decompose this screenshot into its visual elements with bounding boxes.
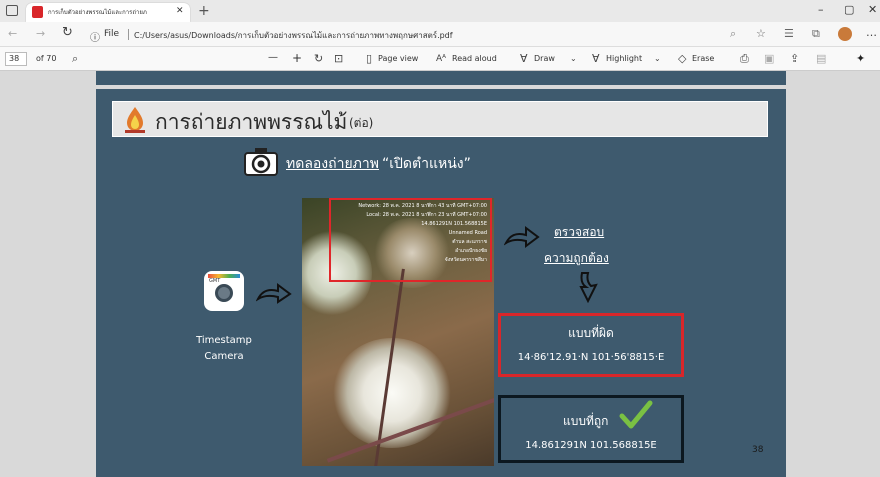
app-name-line2: Camera <box>204 351 244 362</box>
favorites-icon[interactable]: ☰ <box>784 28 794 40</box>
pdf-toolbar: 38 of 70 ⌕ — + ↻ ⊡ ▯ Page view Aᴬ Read a… <box>0 47 880 113</box>
minimize-button[interactable]: – <box>818 3 824 16</box>
right-value: 14.861291N 101.568815E <box>525 440 657 451</box>
pin-icon[interactable]: ✦ <box>856 53 865 65</box>
info-icon[interactable]: ⓘ <box>90 29 100 44</box>
camera-icon <box>244 148 278 176</box>
app-name-line1: Timestamp <box>196 335 252 346</box>
rotate-icon[interactable]: ↻ <box>314 53 323 65</box>
profile-avatar[interactable] <box>838 27 852 41</box>
highlight-dropdown-icon[interactable]: ⌄ <box>654 53 661 65</box>
slide-title-suffix: (ต่อ) <box>349 116 374 130</box>
draw-button[interactable]: Draw <box>534 54 555 63</box>
address-bar[interactable]: ⓘ File C:/Users/asus/Downloads/การเก็บตั… <box>84 25 804 44</box>
check-line2: ความถูกต้อง <box>544 251 609 265</box>
draw-icon: ∀ <box>520 52 528 65</box>
favorite-star-icon[interactable]: ☆ <box>756 28 766 40</box>
browser-tab[interactable]: การเก็บตัวอย่างพรรณไม้และการถ่ายภ ✕ <box>26 3 190 22</box>
tab-title: การเก็บตัวอย่างพรรณไม้และการถ่ายภ <box>48 9 147 16</box>
url-text[interactable]: C:/Users/asus/Downloads/การเก็บตัวอย่างพ… <box>134 29 694 42</box>
maximize-button[interactable]: ▢ <box>844 3 854 16</box>
highlight-button[interactable]: Highlight <box>606 54 642 63</box>
share-icon[interactable]: ⇪ <box>790 53 799 65</box>
more-icon[interactable]: … <box>866 27 877 39</box>
save-as-icon[interactable]: ▤ <box>816 53 826 65</box>
slide-page-number: 38 <box>752 445 764 455</box>
divider <box>128 29 129 40</box>
pdf-viewer[interactable]: การถ่ายภาพพรรณไม้ (ต่อ) ทดลองถ่ายภาพ “เป… <box>0 71 880 477</box>
wrong-value: 14·86'12.91·N 101·56'8815·E <box>517 352 665 363</box>
page-view-button[interactable]: Page view <box>378 54 418 63</box>
read-aloud-button[interactable]: Read aloud <box>452 54 497 63</box>
wrong-format-box: แบบที่ผิด 14·86'12.91·N 101·56'8815·E <box>498 313 684 377</box>
close-tab-icon[interactable]: ✕ <box>176 6 184 16</box>
tab-bar: การเก็บตัวอย่างพรรณไม้และการถ่ายภ ✕ + – … <box>0 0 880 22</box>
back-icon[interactable]: ← <box>8 28 17 40</box>
search-icon[interactable]: ⌕ <box>72 53 78 65</box>
pdf-icon <box>32 6 43 18</box>
address-toolbar: ← → ↻ ⓘ File C:/Users/asus/Downloads/การ… <box>0 22 880 47</box>
zoom-in-button[interactable]: + <box>292 51 302 65</box>
previous-page-edge <box>96 71 786 87</box>
checkmark-icon <box>619 400 653 429</box>
erase-button[interactable]: Erase <box>692 54 714 63</box>
close-window-button[interactable]: ✕ <box>868 3 877 16</box>
timestamp-camera-icon: GMT <box>204 271 244 311</box>
slide-title: การถ่ายภาพพรรณไม้ <box>155 110 348 134</box>
zoom-icon[interactable]: ⌕ <box>730 28 736 40</box>
wrong-label: แบบที่ผิด <box>568 326 614 340</box>
overlay-highlight-box: Network: 28 พ.ค. 2021 8 นาฬิกา 43 นาที G… <box>329 198 492 282</box>
page-number-input[interactable]: 38 <box>9 54 19 63</box>
pdf-page: การถ่ายภาพพรรณไม้ (ต่อ) ทดลองถ่ายภาพ “เป… <box>96 89 786 477</box>
flower-photo: Network: 28 พ.ค. 2021 8 นาฬิกา 43 นาที G… <box>302 198 494 466</box>
title-banner: การถ่ายภาพพรรณไม้ (ต่อ) <box>112 101 768 137</box>
tab-actions-icon[interactable] <box>6 5 18 16</box>
new-tab-button[interactable]: + <box>198 3 210 19</box>
print-icon[interactable]: ⎙ <box>740 53 749 65</box>
collections-icon[interactable]: ⧉ <box>812 28 820 40</box>
forward-icon[interactable]: → <box>36 28 45 40</box>
arrow-right-icon <box>256 283 292 304</box>
highlight-icon: ∀ <box>592 52 600 65</box>
arrow-down-icon <box>579 272 598 303</box>
page-total: of 70 <box>36 54 57 63</box>
file-label: File <box>104 29 120 39</box>
subtitle-quote: “เปิดตำแหน่ง” <box>382 156 471 172</box>
eraser-icon: ◇ <box>678 52 687 65</box>
read-aloud-icon: Aᴬ <box>436 54 447 64</box>
logo-icon <box>125 107 145 133</box>
page-view-icon: ▯ <box>366 52 373 65</box>
zoom-out-button[interactable]: — <box>268 52 278 63</box>
fit-page-icon[interactable]: ⊡ <box>334 53 343 65</box>
draw-dropdown-icon[interactable]: ⌄ <box>570 53 577 65</box>
subtitle-link: ทดลองถ่ายภาพ <box>286 156 380 172</box>
check-line1: ตรวจสอบ <box>554 225 605 239</box>
right-label: แบบที่ถูก <box>563 414 609 428</box>
save-icon[interactable]: ▣ <box>764 53 774 65</box>
correct-format-box: แบบที่ถูก 14.861291N 101.568815E <box>498 395 684 463</box>
refresh-icon[interactable]: ↻ <box>62 26 73 39</box>
arrow-right-2-icon <box>504 226 540 248</box>
